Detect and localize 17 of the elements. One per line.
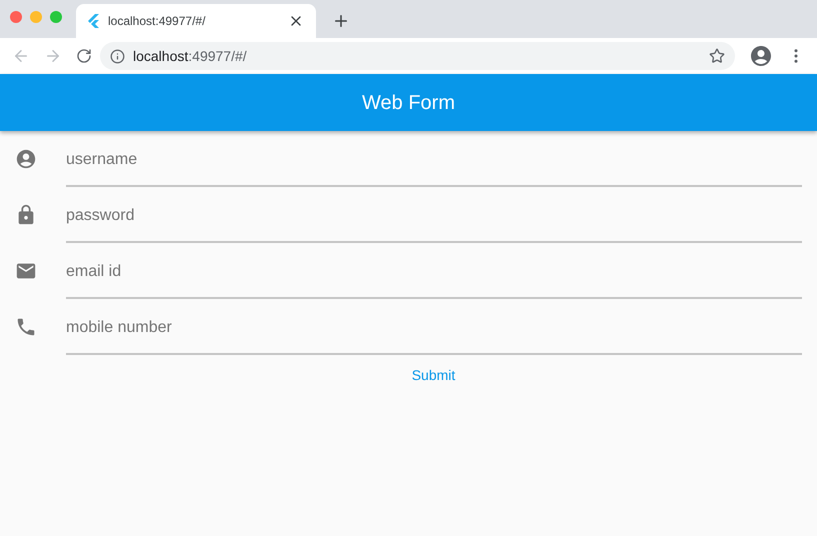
info-icon (110, 48, 125, 64)
browser-tab[interactable]: localhost:49977/#/ (76, 4, 316, 38)
url-text: localhost:49977/#/ (133, 46, 248, 66)
person-icon (15, 148, 37, 170)
profile-avatar-icon[interactable] (749, 44, 773, 68)
input-field[interactable]: email id (66, 243, 802, 299)
address-bar[interactable]: localhost:49977/#/ (100, 42, 735, 70)
input-field[interactable]: password (66, 187, 802, 243)
star-icon[interactable] (709, 48, 725, 64)
input-field[interactable]: mobile number (66, 299, 802, 355)
tab-title: localhost:49977/#/ (108, 13, 206, 30)
reload-icon[interactable] (76, 48, 92, 64)
flutter-logo-icon (88, 14, 100, 28)
input-field[interactable]: username (66, 131, 802, 187)
new-tab-icon[interactable] (332, 12, 350, 30)
app-title: Web Form (362, 90, 455, 116)
phone-icon (15, 316, 37, 338)
